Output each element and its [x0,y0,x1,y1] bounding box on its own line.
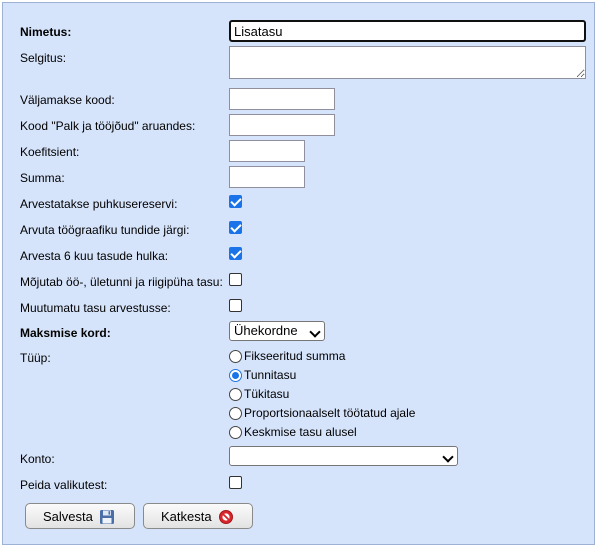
valjamakse-kood-input[interactable] [229,88,335,110]
maksmise-kord-value: Ühekordne [234,323,298,338]
toograafik-label: Arvuta töögraafiku tundide järgi: [20,223,190,237]
radio-label: Tükitasu [244,387,290,401]
selgitus-textarea[interactable] [229,46,586,79]
selgitus-label: Selgitus: [20,51,67,65]
chevron-down-icon [442,451,454,463]
valjamakse-kood-label: Väljamakse kood: [20,93,115,107]
kood-palk-input[interactable] [229,114,335,136]
cancel-icon [219,510,233,524]
puhkusereserv-checkbox[interactable] [229,195,242,208]
maksmise-kord-select[interactable]: Ühekordne [229,321,325,341]
muutumatu-tasu-label: Muutumatu tasu arvestusse: [20,301,171,315]
muutumatu-tasu-checkbox[interactable] [229,299,242,312]
peida-checkbox[interactable] [229,476,242,489]
nimetus-input[interactable] [229,20,586,42]
radio-button[interactable] [229,388,242,401]
cancel-button[interactable]: Katkesta [143,503,253,529]
peida-label: Peida valikutest: [20,478,108,492]
puhkusereserv-label: Arvestatakse puhkusereservi: [20,197,178,211]
cancel-button-label: Katkesta [161,509,212,524]
konto-select[interactable] [229,446,458,466]
koefitsient-input[interactable] [229,140,305,162]
radio-label: Keskmise tasu alusel [244,425,357,439]
kuu-tasude-label: Arvesta 6 kuu tasude hulka: [20,249,169,263]
floppy-disk-icon [100,510,114,524]
summa-input[interactable] [229,166,305,188]
oo-uletunni-checkbox[interactable] [229,273,242,286]
radio-label: Proportsionaalselt töötatud ajale [244,406,416,420]
kuu-tasude-checkbox[interactable] [229,247,242,260]
radio-button[interactable] [229,369,242,382]
radio-label: Fikseeritud summa [244,349,346,363]
radio-button[interactable] [229,407,242,420]
oo-uletunni-label: Mõjutab öö-, ületunni ja riigipüha tasu: [20,275,223,289]
koefitsient-label: Koefitsient: [20,145,80,159]
konto-label: Konto: [20,452,55,466]
kood-palk-label: Kood "Palk ja tööjõud" aruandes: [20,119,196,133]
save-button[interactable]: Salvesta [25,503,135,529]
chevron-down-icon [309,326,321,338]
tyyp-label: Tüüp: [20,351,51,365]
maksmise-kord-label: Maksmise kord: [20,326,111,340]
radio-button[interactable] [229,426,242,439]
radio-button[interactable] [229,350,242,363]
toograafik-checkbox[interactable] [229,221,242,234]
radio-label: Tunnitasu [244,368,297,382]
summa-label: Summa: [20,171,65,185]
nimetus-label: Nimetus: [20,25,72,39]
save-button-label: Salvesta [43,509,93,524]
